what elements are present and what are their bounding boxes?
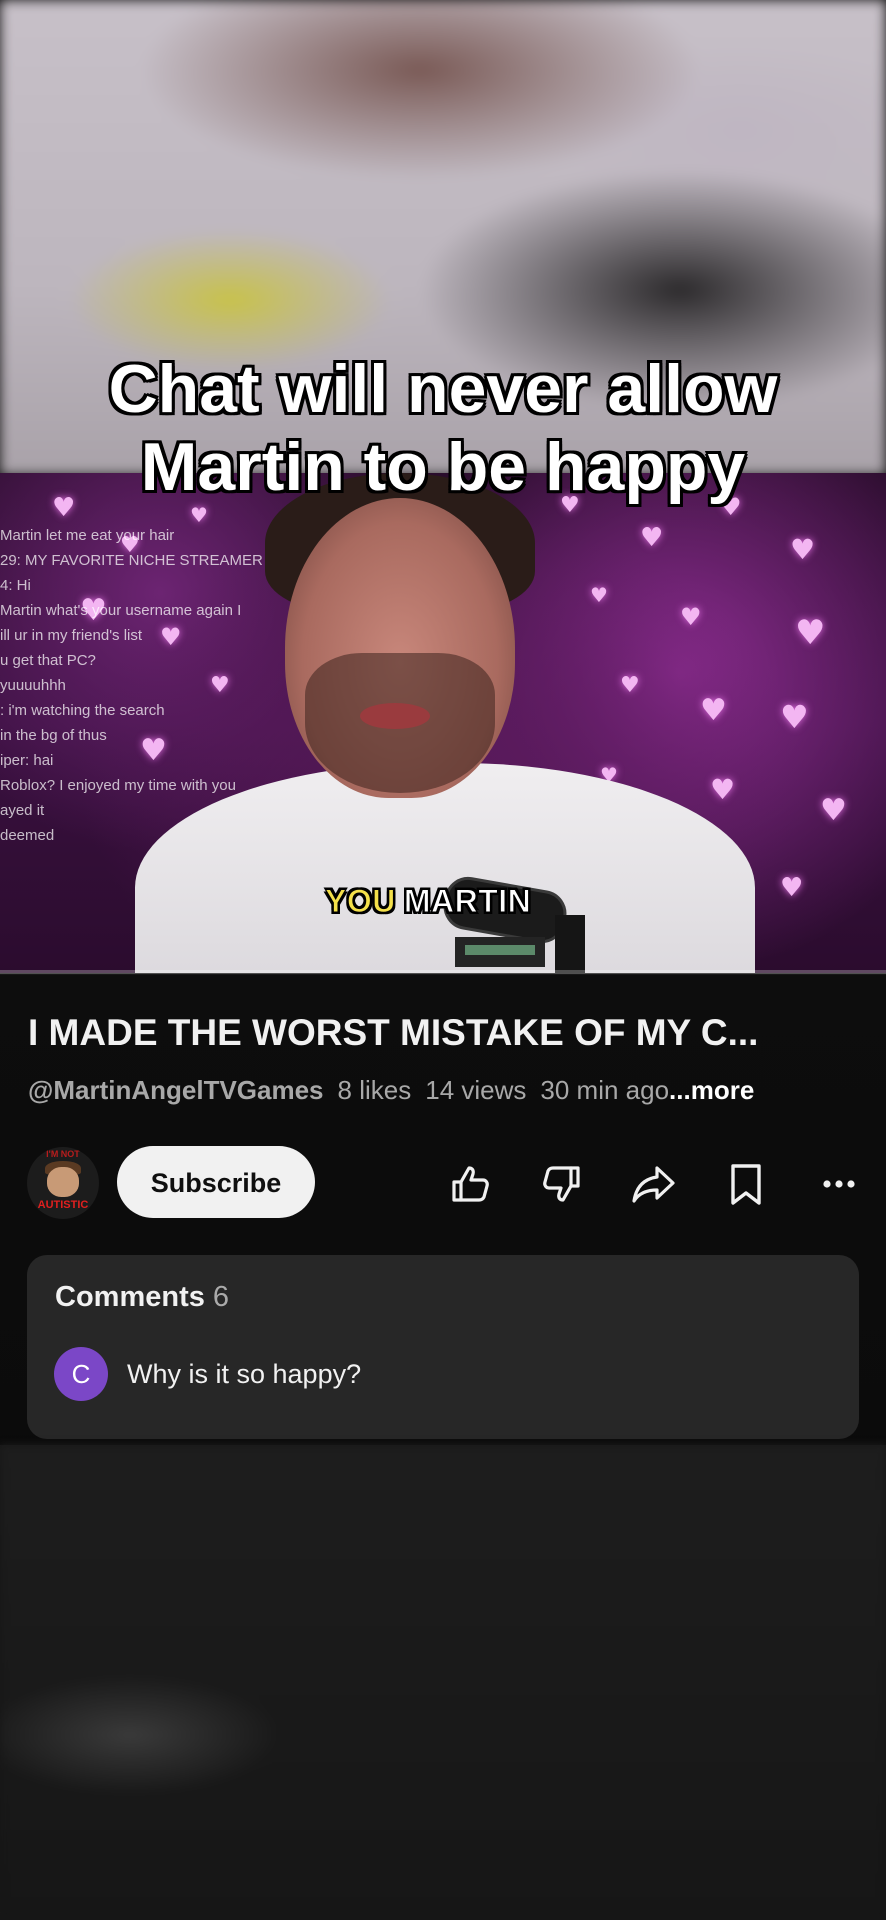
- share-icon[interactable]: [629, 1160, 677, 1208]
- views-count: 14 views: [425, 1075, 527, 1105]
- comments-card[interactable]: Comments 6 C Why is it so happy?: [27, 1255, 859, 1439]
- channel-avatar[interactable]: I'M NOT AUTISTIC: [27, 1147, 99, 1219]
- heart-icon: ♥: [790, 533, 816, 566]
- heart-icon: ♥: [795, 613, 826, 653]
- comment-text: Why is it so happy?: [127, 1359, 362, 1389]
- chat-line: Martin what's your username again I: [0, 602, 242, 619]
- chat-line: u get that PC?: [0, 652, 96, 669]
- save-icon[interactable]: [722, 1160, 770, 1208]
- avatar-text: AUTISTIC: [37, 1199, 89, 1211]
- shorts-page: ♥ ♥ ♥ ♥ ♥ ♥ ♥ ♥ ♥ ♥ ♥ ♥ ♥ ♥ ♥ ♥ ♥ ♥ ♥ ♥ …: [0, 0, 886, 1920]
- like-icon[interactable]: [446, 1160, 494, 1208]
- heart-icon: ♥: [620, 673, 640, 698]
- overlay-headline: Chat will never allow Martin to be happy: [108, 351, 778, 505]
- video-title[interactable]: I MADE THE WORST MISTAKE OF MY C...: [28, 1012, 868, 1054]
- blurred-background-bottom: [0, 1445, 886, 1920]
- avatar-text: I'M NOT: [46, 1149, 80, 1159]
- comments-title: Comments: [55, 1281, 205, 1313]
- more-icon[interactable]: [815, 1160, 863, 1208]
- video-progress-bar[interactable]: [0, 970, 886, 974]
- comments-count: 6: [212, 1281, 229, 1313]
- more-link[interactable]: ...more: [669, 1075, 754, 1105]
- channel-handle[interactable]: @MartinAngelTVGames: [28, 1075, 324, 1105]
- chat-line: ill ur in my friend's list: [0, 627, 143, 644]
- video-meta-row[interactable]: @MartinAngelTVGames 8 likes 14 views 30 min…: [28, 1075, 754, 1106]
- upload-time: 30 min ago: [540, 1075, 670, 1105]
- dislike-icon[interactable]: [538, 1160, 586, 1208]
- video-caption: YOU MARTIN: [325, 883, 532, 920]
- subscribe-button[interactable]: Subscribe: [117, 1146, 315, 1218]
- caption-word: MARTIN: [403, 883, 532, 920]
- chat-line: in the bg of thus: [0, 727, 107, 744]
- video-frame[interactable]: ♥ ♥ ♥ ♥ ♥ ♥ ♥ ♥ ♥ ♥ ♥ ♥ ♥ ♥ ♥ ♥ ♥ ♥ ♥ ♥ …: [0, 473, 886, 973]
- heart-icon: ♥: [700, 693, 727, 728]
- chat-line: : i'm watching the search: [0, 702, 165, 719]
- heart-icon: ♥: [590, 583, 608, 607]
- chat-line: iper: hai: [0, 752, 54, 769]
- heart-icon: ♥: [780, 698, 809, 736]
- heart-icon: ♥: [640, 523, 664, 553]
- chat-line: Roblox? I enjoyed my time with you: [0, 777, 236, 794]
- chat-line: 4: Hi: [0, 577, 31, 594]
- stream-chat-overlay: Martin let me eat your hair 29: MY FAVOR…: [0, 523, 320, 848]
- heart-icon: ♥: [780, 873, 804, 903]
- likes-count: 8 likes: [337, 1075, 412, 1105]
- commenter-avatar[interactable]: C: [54, 1347, 108, 1401]
- chat-line: yuuuuhhh: [0, 677, 66, 694]
- chat-line: 29: MY FAVORITE NICHE STREAMER: [0, 552, 263, 569]
- heart-icon: ♥: [820, 793, 847, 828]
- comments-header: Comments 6: [55, 1281, 229, 1314]
- chat-line: ayed it: [0, 802, 45, 819]
- heart-icon: ♥: [710, 773, 736, 806]
- heart-icon: ♥: [680, 603, 702, 631]
- avatar-face: [47, 1167, 79, 1197]
- chat-line: deemed: [0, 827, 55, 844]
- caption-highlight: YOU: [325, 883, 396, 920]
- chat-line: Martin let me eat your hair: [0, 527, 175, 544]
- person-mouth: [360, 703, 430, 729]
